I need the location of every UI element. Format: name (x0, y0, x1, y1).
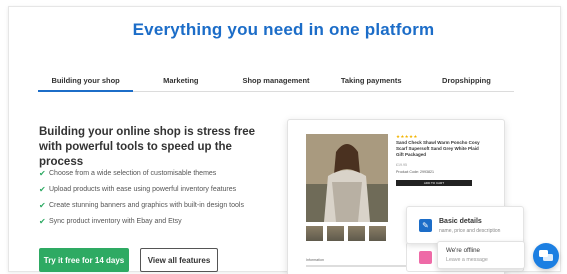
basic-details-title: Basic details (439, 218, 482, 225)
thumbnail[interactable] (369, 226, 386, 241)
feature-list: ✔ Choose from a wide selection of custom… (39, 166, 244, 230)
tab-marketing[interactable]: Marketing (133, 74, 228, 91)
tab-shop-management[interactable]: Shop management (228, 74, 323, 91)
view-features-button[interactable]: View all features (140, 248, 218, 272)
feature-text: Choose from a wide selection of customis… (49, 170, 217, 177)
try-free-button[interactable]: Try it free for 14 days (39, 248, 129, 272)
thumbnail[interactable] (348, 226, 365, 241)
product-code: Product Code: 2993821 (396, 170, 434, 174)
check-icon: ✔ (39, 169, 46, 178)
tab-dropshipping[interactable]: Dropshipping (419, 74, 514, 91)
model-illustration (306, 134, 388, 222)
feature-text: Sync product inventory with Ebay and Ets… (49, 218, 182, 225)
check-icon: ✔ (39, 217, 46, 226)
check-icon: ✔ (39, 201, 46, 210)
chat-offline-bubble[interactable]: We're offline Leave a message (437, 241, 525, 269)
chat-status: We're offline (446, 247, 480, 254)
chat-prompt: Leave a message (446, 257, 488, 263)
check-icon: ✔ (39, 185, 46, 194)
product-title: Sand Check Shawl Warm Poncho Cosy Scarf … (396, 140, 480, 157)
feature-item: ✔ Choose from a wide selection of custom… (39, 166, 244, 182)
chat-icon (539, 250, 553, 261)
thumbnail-strip (306, 226, 386, 241)
feature-text: Upload products with ease using powerful… (49, 186, 237, 193)
tab-taking-payments[interactable]: Taking payments (324, 74, 419, 91)
page-headline: Everything you need in one platform (132, 20, 435, 39)
feature-text: Create stunning banners and graphics wit… (49, 202, 244, 209)
feature-item: ✔ Upload products with ease using powerf… (39, 182, 244, 198)
product-price: £19.95 (396, 163, 407, 167)
basic-details-subtitle: name, price and description (439, 228, 501, 234)
basic-details-card: ✎ Basic details name, price and descript… (406, 206, 524, 244)
feature-item: ✔ Sync product inventory with Ebay and E… (39, 214, 244, 230)
feature-tabs: Building your shop Marketing Shop manage… (38, 74, 514, 92)
information-label: Information (306, 258, 324, 262)
feature-item: ✔ Create stunning banners and graphics w… (39, 198, 244, 214)
section-title: Building your online shop is stress free… (39, 126, 255, 168)
add-to-cart-button[interactable]: ADD TO CART (396, 180, 472, 186)
thumbnail[interactable] (327, 226, 344, 241)
product-photo (306, 134, 388, 222)
placeholder-lines (306, 265, 406, 267)
tab-building-your-shop[interactable]: Building your shop (38, 74, 134, 92)
edit-icon: ✎ (419, 219, 432, 232)
thumbnail[interactable] (306, 226, 323, 241)
chat-launcher-button[interactable] (533, 243, 559, 269)
image-icon (419, 251, 432, 264)
